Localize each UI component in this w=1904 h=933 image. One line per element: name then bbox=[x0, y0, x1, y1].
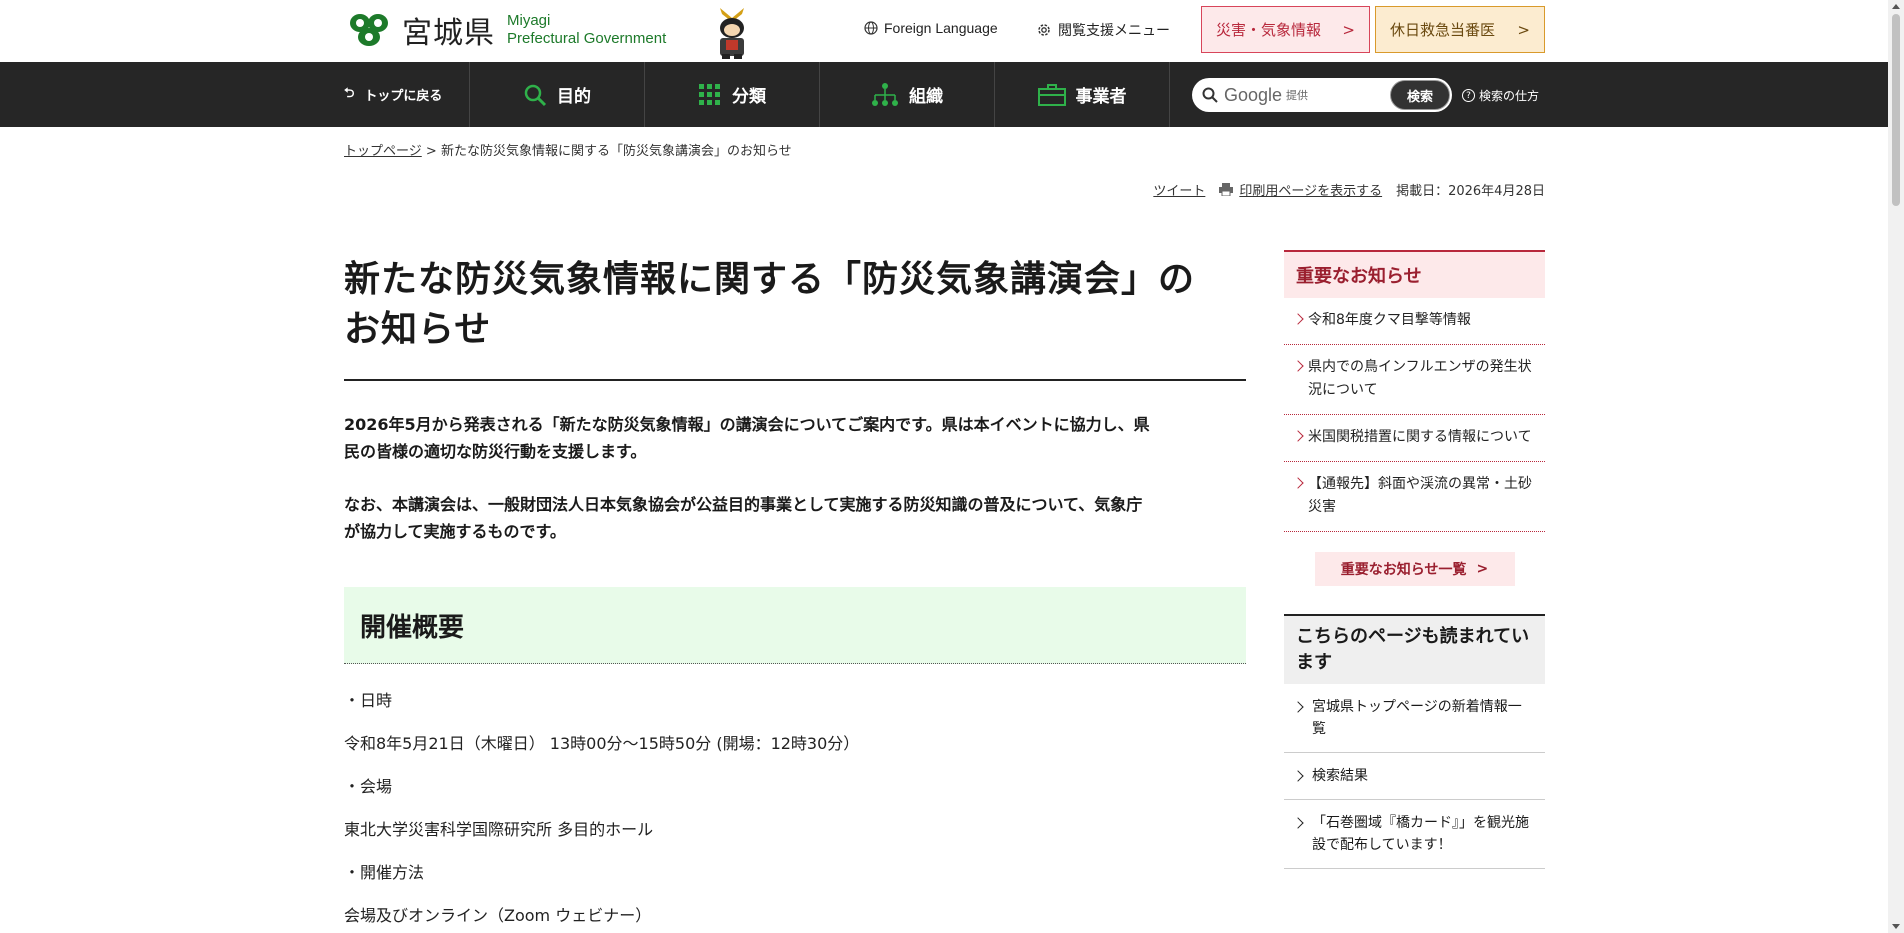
lead-paragraph-2: なお、本講演会は、一般財団法人日本気象協会が公益目的事業として実施する防災知識の… bbox=[344, 491, 1246, 545]
main-content: 新たな防災気象情報に関する「防災気象講演会」の お知らせ 2026年5月から発表… bbox=[344, 255, 1246, 926]
print-page-link[interactable]: 印刷用ページを表示する bbox=[1239, 180, 1382, 199]
accessibility-menu-link[interactable]: 閲覧支援メニュー bbox=[1036, 20, 1170, 40]
foreign-language-label: Foreign Language bbox=[884, 20, 998, 36]
disaster-info-button[interactable]: 災害・気象情報 > bbox=[1201, 6, 1370, 53]
nav-back-label: トップに戻る bbox=[364, 89, 443, 104]
overview-item: 会場及びオンライン（Zoom ウェビナー） bbox=[344, 906, 652, 925]
nav-business-label: 事業者 bbox=[1075, 87, 1127, 107]
breadcrumb: トップページ > 新たな防災気象情報に関する「防災気象講演会」のお知らせ bbox=[344, 140, 792, 159]
sidebar: 重要なお知らせ 令和8年度クマ目撃等情報 県内での鳥インフルエンザの発生状況につ… bbox=[1284, 250, 1545, 869]
search-icon bbox=[1202, 87, 1218, 103]
logo-english-line2: Prefectural Government bbox=[507, 30, 667, 47]
lead-paragraph-1: 2026年5月から発表される「新たな防災気象情報」の講演会についてご案内です。県… bbox=[344, 411, 1246, 465]
also-read-heading: こちらのページも読まれています bbox=[1284, 614, 1545, 684]
search-button[interactable]: 検索 bbox=[1390, 80, 1450, 110]
also-read-item[interactable]: 「石巻圏域『橋カード』」を観光施設で配布しています！ bbox=[1284, 800, 1545, 869]
lead2-line2: が協力して実施するものです。 bbox=[344, 522, 566, 541]
important-notice-item[interactable]: 県内での鳥インフルエンザの発生状況について bbox=[1284, 345, 1545, 415]
foreign-language-link[interactable]: Foreign Language bbox=[864, 20, 998, 36]
also-read-item[interactable]: 検索結果 bbox=[1284, 753, 1545, 800]
mascot-image bbox=[720, 8, 744, 59]
nav-category[interactable]: 分類 bbox=[645, 62, 820, 127]
search-input[interactable]: Google bbox=[1224, 85, 1282, 106]
breadcrumb-home[interactable]: トップページ bbox=[344, 144, 422, 159]
nav-category-label: 分類 bbox=[732, 87, 766, 107]
search-provided-label: 提供 bbox=[1286, 89, 1309, 102]
tweet-link[interactable]: ツイート bbox=[1153, 180, 1205, 199]
accessibility-menu-label: 閲覧支援メニュー bbox=[1058, 23, 1170, 39]
logo-name: 宮城県 bbox=[402, 16, 495, 51]
also-read-item[interactable]: 宮城県トップページの新着情報一覧 bbox=[1284, 684, 1545, 753]
nav-back-to-top[interactable]: ⮌ トップに戻る bbox=[344, 62, 470, 127]
posted-date: 掲載日：2026年4月28日 bbox=[1396, 184, 1545, 199]
important-notices-heading: 重要なお知らせ bbox=[1284, 250, 1545, 298]
global-nav: ⮌ トップに戻る 目的 分類 組織 事業者 Google 提供 検索 ? 検索の… bbox=[0, 62, 1888, 127]
overview-item: 令和8年5月21日（木曜日） 13時00分～15時50分 (開場：12時30分） bbox=[344, 734, 860, 753]
important-more-label: 重要なお知らせ一覧 bbox=[1340, 562, 1467, 578]
page-title-line2: お知らせ bbox=[344, 309, 492, 350]
breadcrumb-separator: > bbox=[425, 144, 437, 159]
important-notices-more-button[interactable]: 重要なお知らせ一覧 > bbox=[1314, 552, 1515, 586]
chevron-right-icon: > bbox=[1517, 20, 1530, 39]
nav-purpose-label: 目的 bbox=[557, 87, 591, 107]
search-help-label: 検索の仕方 bbox=[1479, 89, 1540, 103]
print-link-wrap: 印刷用ページを表示する bbox=[1219, 180, 1382, 199]
chevron-right-icon: > bbox=[1342, 20, 1355, 39]
chevron-right-icon: > bbox=[1476, 561, 1489, 577]
vertical-scrollbar[interactable] bbox=[1888, 0, 1904, 933]
important-notice-item[interactable]: 米国関税措置に関する情報について bbox=[1284, 415, 1545, 462]
page-meta: ツイート 印刷用ページを表示する 掲載日：2026年4月28日 bbox=[1153, 180, 1545, 199]
important-notice-item[interactable]: 【通報先】斜面や渓流の異常・土砂災害 bbox=[1284, 462, 1545, 532]
overview-item: ・会場 bbox=[344, 777, 393, 796]
scrollbar-thumb[interactable] bbox=[1892, 14, 1900, 206]
nav-purpose[interactable]: 目的 bbox=[470, 62, 645, 127]
globe-icon bbox=[864, 21, 878, 35]
org-chart-icon bbox=[872, 82, 898, 106]
nav-organization-label: 組織 bbox=[909, 87, 943, 107]
site-search: Google 提供 検索 bbox=[1192, 78, 1452, 112]
overview-item: ・開催方法 bbox=[344, 863, 425, 882]
scroll-up-arrow-icon[interactable] bbox=[1892, 4, 1900, 9]
lead1-line2: 民の皆様の適切な防災行動を支援します。 bbox=[344, 442, 647, 461]
question-icon: ? bbox=[1462, 89, 1475, 102]
search-help-link[interactable]: ? 検索の仕方 bbox=[1462, 87, 1539, 104]
breadcrumb-current: 新たな防災気象情報に関する「防災気象講演会」のお知らせ bbox=[440, 144, 792, 159]
nav-business[interactable]: 事業者 bbox=[995, 62, 1170, 127]
search-icon bbox=[524, 84, 547, 106]
logo-english-line1: Miyagi bbox=[507, 12, 551, 29]
holiday-clinic-label: 休日救急当番医 bbox=[1390, 21, 1496, 39]
scroll-down-arrow-icon[interactable] bbox=[1892, 924, 1900, 929]
briefcase-icon bbox=[1037, 83, 1066, 106]
nav-organization[interactable]: 組織 bbox=[820, 62, 995, 127]
important-notice-item[interactable]: 令和8年度クマ目撃等情報 bbox=[1284, 298, 1545, 345]
bush-clover-logo-icon bbox=[350, 14, 388, 46]
printer-icon bbox=[1219, 183, 1234, 196]
lead2-line1: なお、本講演会は、一般財団法人日本気象協会が公益目的事業として実施する防災知識の… bbox=[344, 495, 1143, 514]
lead1-line1: 2026年5月から発表される「新たな防災気象情報」の講演会についてご案内です。県… bbox=[344, 415, 1150, 434]
overview-item: ・日時 bbox=[344, 691, 393, 710]
logo-english: Miyagi Prefectural Government bbox=[507, 12, 666, 48]
overview-item: 東北大学災害科学国際研究所 多目的ホール bbox=[344, 820, 654, 839]
page-title-line1: 新たな防災気象情報に関する「防災気象講演会」の bbox=[344, 259, 1196, 300]
grid-icon bbox=[699, 83, 720, 105]
gear-icon bbox=[1038, 24, 1050, 36]
return-arrow-icon: ⮌ bbox=[344, 85, 355, 101]
disaster-info-label: 災害・気象情報 bbox=[1216, 21, 1322, 39]
holiday-clinic-button[interactable]: 休日救急当番医 > bbox=[1375, 6, 1545, 53]
page-title: 新たな防災気象情報に関する「防災気象講演会」の お知らせ bbox=[344, 255, 1246, 381]
section-heading: 開催概要 bbox=[344, 587, 1246, 664]
site-header: 宮城県 Miyagi Prefectural Government Foreig… bbox=[0, 0, 1888, 62]
site-logo[interactable]: 宮城県 Miyagi Prefectural Government bbox=[344, 8, 666, 52]
